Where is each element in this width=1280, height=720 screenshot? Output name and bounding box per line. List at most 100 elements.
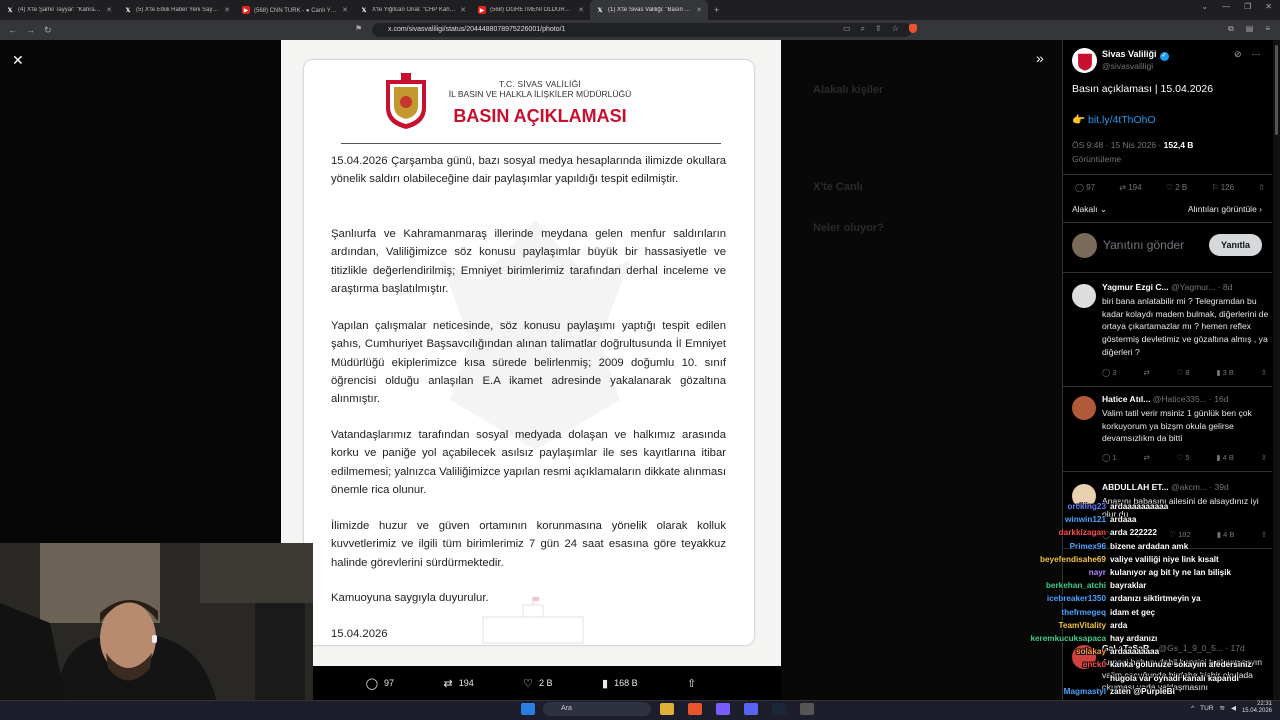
- views-button[interactable]: ▮ 3 B: [1216, 368, 1233, 377]
- sort-dropdown[interactable]: Alakalı ⌄: [1072, 204, 1107, 215]
- post-link[interactable]: 👉 bit.ly/4tThOhO: [1072, 113, 1156, 126]
- chat-text: ardaaaaaaaa: [1110, 647, 1160, 657]
- grok-icon[interactable]: ⊘: [1234, 49, 1242, 60]
- share-icon[interactable]: ⇪: [875, 24, 882, 34]
- repost-button[interactable]: ⇄: [1143, 453, 1149, 462]
- menu-icon[interactable]: ≡: [1265, 24, 1270, 34]
- like-action[interactable]: ♡ 2 B: [523, 677, 552, 690]
- repost-button[interactable]: ⇄ 194: [1119, 183, 1141, 192]
- bookmark-star-icon[interactable]: ☆: [892, 24, 899, 34]
- collapse-panel-icon[interactable]: »: [1036, 50, 1044, 66]
- window-controls: ⌄ — ❐ ✕: [1201, 2, 1272, 11]
- tab-close-icon[interactable]: ✕: [224, 6, 230, 14]
- browser-tab[interactable]: 𝕏 X'te Yiğitcan Önal: "CHP Kahramanm ✕: [354, 0, 472, 20]
- scrollbar[interactable]: [1273, 40, 1280, 700]
- like-button[interactable]: ♡ 2 B: [1166, 183, 1187, 192]
- chat-message: orcking23 ardaaaaaaaaaa: [1010, 500, 1272, 513]
- comment-author[interactable]: Yagmur Ezgi C...: [1102, 282, 1169, 292]
- steam-icon[interactable]: [772, 703, 786, 715]
- browser-tab[interactable]: ▶ (568) CNN TÜRK - ● Canlı Yayın ▾ ✕: [236, 0, 354, 20]
- tab-close-icon[interactable]: ✕: [342, 6, 348, 14]
- doc-header-line1: T.C. SİVAS VALİLİĞİ: [499, 79, 581, 89]
- chevron-down-icon[interactable]: ⌄: [1201, 2, 1208, 11]
- brave-browser-icon[interactable]: [688, 703, 702, 715]
- tray-chevron-icon[interactable]: ^: [1191, 705, 1194, 712]
- twitch-icon[interactable]: [716, 703, 730, 715]
- bookmark-button[interactable]: ⚐ 126: [1211, 183, 1234, 192]
- tab-close-icon[interactable]: ✕: [460, 6, 466, 14]
- close-window-icon[interactable]: ✕: [1265, 2, 1272, 11]
- share-button[interactable]: ⇧: [1258, 183, 1265, 192]
- brave-shield-icon[interactable]: [908, 24, 917, 33]
- tab-close-icon[interactable]: ✕: [578, 6, 584, 14]
- account-name[interactable]: Sivas Valiliği ✓: [1102, 49, 1169, 61]
- browser-tab[interactable]: 𝕏 (4) X'te Şamil Tayyar: "Kahramanmaraş ✕: [0, 0, 118, 20]
- doc-closing: Kamuoyuna saygıyla duyurulur.: [331, 592, 489, 604]
- views-action[interactable]: ▮ 168 B: [602, 677, 638, 690]
- tab-close-icon[interactable]: ✕: [106, 6, 112, 14]
- volume-icon[interactable]: ◀: [1231, 704, 1236, 712]
- webcam-feed: [0, 543, 313, 720]
- forward-icon[interactable]: →: [26, 25, 35, 36]
- zoom-icon[interactable]: ⌕: [861, 24, 865, 34]
- minimize-icon[interactable]: —: [1222, 2, 1230, 11]
- reply-button[interactable]: ◯ 3: [1102, 368, 1117, 377]
- account-handle[interactable]: @sivasvaliligi: [1102, 61, 1153, 71]
- scrollbar-thumb[interactable]: [1275, 45, 1278, 135]
- chat-message: thefrmegeq idam et geç: [1010, 606, 1272, 619]
- view-quotes-link[interactable]: Alıntıları görüntüle ›: [1188, 204, 1262, 215]
- government-building-icon: [482, 597, 584, 644]
- avatar[interactable]: [1072, 396, 1096, 420]
- screen-icon[interactable]: ▭: [843, 24, 851, 34]
- chat-username: [1010, 672, 1106, 685]
- reply-input[interactable]: Yanıtını gönder: [1103, 238, 1184, 252]
- url-field[interactable]: x.com/sivasvaliligi/status/2044488078975…: [372, 23, 912, 37]
- extensions-icon[interactable]: ⧉: [1228, 24, 1234, 34]
- reply-button[interactable]: ◯ 1: [1102, 453, 1117, 462]
- share-action[interactable]: ⇧: [687, 677, 696, 690]
- avatar[interactable]: [1072, 48, 1097, 73]
- close-icon[interactable]: ✕: [12, 52, 24, 69]
- like-button[interactable]: ♡ 8: [1177, 368, 1190, 377]
- clock[interactable]: 22:31 15.04.2026: [1242, 701, 1272, 715]
- reply-submit-button[interactable]: Yanıtla: [1209, 234, 1262, 256]
- doc-paragraph: Vatandaşlarımız tarafından sosyal medyad…: [331, 429, 726, 496]
- chat-text: arda 222222: [1110, 528, 1157, 538]
- chat-text: hay ardanızı: [1110, 634, 1158, 644]
- bookmark-icon[interactable]: ⚑: [355, 24, 362, 33]
- wifi-icon[interactable]: ≋: [1220, 704, 1225, 712]
- views-button[interactable]: ▮ 4 B: [1216, 453, 1233, 462]
- divider: [1062, 222, 1272, 223]
- browser-tab[interactable]: 𝕏 (1) X'te Sivas Valiliği: "Basın açıkla ✕: [590, 0, 708, 20]
- chat-message: beyefendisahe69 valiye valiliği niye link…: [1010, 553, 1272, 566]
- reply-action[interactable]: ◯ 97: [366, 677, 394, 690]
- share-button[interactable]: ⇧: [1261, 368, 1267, 377]
- doc-header-line2: İL BASIN VE HALKLA İLİŞKİLER MÜDÜRLÜĞÜ: [448, 89, 632, 99]
- heart-icon: ♡: [523, 677, 534, 690]
- more-icon[interactable]: ⋯: [1252, 49, 1261, 60]
- share-button[interactable]: ⇧: [1261, 453, 1267, 462]
- back-icon[interactable]: ←: [8, 25, 17, 36]
- language-indicator[interactable]: TUR: [1200, 705, 1213, 712]
- wallet-icon[interactable]: ▤: [1246, 24, 1254, 34]
- chat-username: icebreaker1350: [1046, 594, 1106, 604]
- reload-icon[interactable]: ↻: [44, 25, 52, 36]
- reply-button[interactable]: ◯ 97: [1075, 183, 1095, 192]
- repost-action[interactable]: ⇄ 194: [443, 677, 473, 690]
- like-button[interactable]: ♡ 5: [1177, 453, 1190, 462]
- taskbar-search[interactable]: Ara: [543, 702, 651, 716]
- tab-close-icon[interactable]: ✕: [696, 6, 702, 14]
- browser-tab[interactable]: 𝕏 (5) X'te Etkili Haber Yeni Sayfa: "Nevş…: [118, 0, 236, 20]
- file-explorer-icon[interactable]: [660, 703, 674, 715]
- comment-author[interactable]: Hatice Atıl...: [1102, 394, 1150, 404]
- windows-start-icon[interactable]: [521, 703, 535, 715]
- x-logo-icon: 𝕏: [361, 7, 367, 14]
- restore-icon[interactable]: ❐: [1244, 2, 1251, 11]
- comment-author[interactable]: ABDULLAH ET...: [1102, 482, 1169, 492]
- browser-tab[interactable]: ▶ (568) ÖĞRETMENİ ÖLDÜRMEK!! (Kıs ✕: [472, 0, 590, 20]
- repost-button[interactable]: ⇄: [1143, 368, 1149, 377]
- new-tab-icon[interactable]: +: [708, 5, 725, 15]
- avatar[interactable]: [1072, 284, 1096, 308]
- discord-icon[interactable]: [744, 703, 758, 715]
- obs-icon[interactable]: [800, 703, 814, 715]
